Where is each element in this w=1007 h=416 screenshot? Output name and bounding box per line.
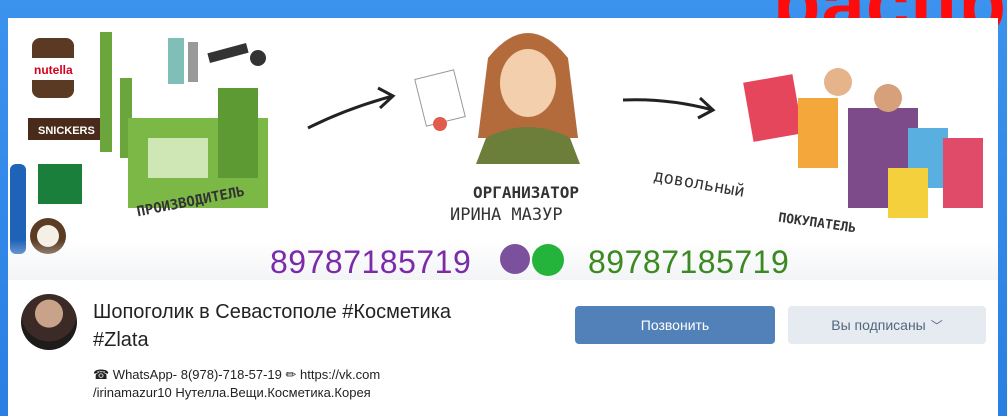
viber-icon — [500, 244, 530, 274]
phone-number-right: 89787185719 — [588, 244, 790, 280]
group-header-card: nutella SNICKERS ПРОИЗВОДИТЕЛЬ ОРГАНИЗАТ… — [8, 18, 998, 416]
snickers-label: SNICKERS — [38, 125, 95, 137]
page-title: Шопоголик в Севастополе #Косметика #Zlat… — [93, 298, 563, 354]
status-line-2: /irinamazur10 Нутелла.Вещи.Косметика.Кор… — [93, 385, 371, 400]
group-status: ☎ WhatsApp- 8(978)-718-57-19 ✏ https://v… — [93, 366, 513, 402]
cosmetics-icon — [168, 38, 266, 84]
document-icon — [414, 69, 466, 131]
organizer-cartoon-icon — [476, 33, 580, 164]
title-line-2: #Zlata — [93, 329, 149, 351]
arrow-icon — [307, 94, 394, 130]
organizer-name-caption: ИРИНА МАЗУР — [450, 205, 563, 225]
status-line-1: ☎ WhatsApp- 8(978)-718-57-19 ✏ https://v… — [93, 367, 381, 382]
shoppers-icon — [743, 68, 983, 218]
nutella-label: nutella — [34, 63, 73, 77]
organizer-role-caption: ОРГАНИЗАТОР — [473, 183, 579, 202]
whatsapp-icon — [532, 244, 564, 276]
chevron-down-icon: ﹀ — [930, 318, 943, 333]
subscribed-button-label: Вы подписаны — [831, 317, 926, 333]
call-button[interactable]: Позвонить — [575, 306, 775, 344]
products-icon: nutella SNICKERS — [10, 38, 100, 254]
call-button-label: Позвонить — [640, 317, 710, 333]
arrow-icon — [622, 98, 714, 112]
subscribed-button[interactable]: Вы подписаны ﹀ — [788, 306, 986, 344]
cover-image: nutella SNICKERS ПРОИЗВОДИТЕЛЬ ОРГАНИЗАТ… — [8, 18, 998, 280]
avatar[interactable] — [21, 294, 77, 350]
phone-number-left: 89787185719 — [270, 244, 472, 280]
title-line-1: Шопоголик в Севастополе #Косметика — [93, 301, 452, 323]
group-profile-bar: Шопоголик в Севастополе #Косметика #Zlat… — [8, 280, 998, 416]
cover-phones: 89787185719 89787185719 — [270, 244, 790, 280]
